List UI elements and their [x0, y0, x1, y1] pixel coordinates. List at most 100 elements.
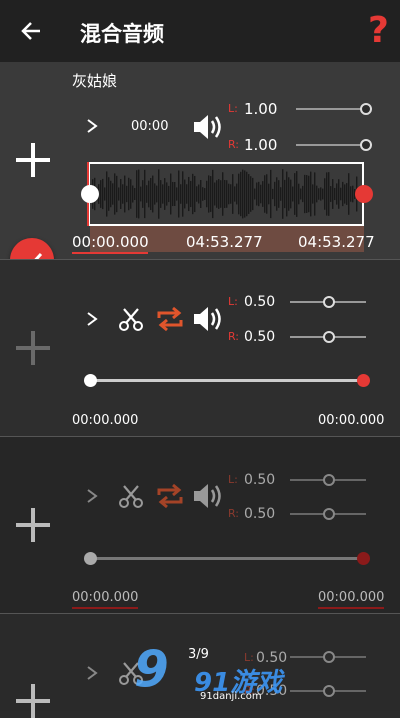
- waveform-bar: [178, 170, 180, 218]
- timeline-start-handle[interactable]: [84, 552, 97, 565]
- right-volume-knob[interactable]: [323, 331, 335, 343]
- waveform-bar: [252, 177, 254, 211]
- timeline-end-handle[interactable]: [357, 374, 370, 387]
- waveform-bar: [124, 175, 126, 213]
- waveform-bar: [236, 183, 238, 205]
- watermark-logo: 9: [134, 640, 169, 698]
- speaker-volume-icon[interactable]: [192, 481, 224, 511]
- speaker-volume-icon[interactable]: [192, 304, 224, 334]
- right-volume-knob[interactable]: [323, 685, 335, 697]
- waveform-bar: [200, 179, 202, 209]
- left-channel-label: L:: [228, 473, 238, 486]
- waveform-bar: [352, 185, 354, 203]
- waveform-bar: [276, 177, 278, 211]
- right-volume-value: 0.50: [244, 506, 276, 522]
- app-header: [0, 0, 400, 62]
- waveform-bar: [322, 188, 324, 200]
- right-volume-slider[interactable]: [296, 144, 366, 146]
- left-volume-value: 1.00: [244, 100, 278, 118]
- waveform-bar: [294, 173, 296, 215]
- timeline-track[interactable]: [92, 557, 364, 560]
- left-volume-knob[interactable]: [360, 103, 372, 115]
- waveform-bar: [108, 177, 110, 211]
- waveform-bar: [340, 187, 342, 201]
- waveform-bar: [304, 174, 306, 214]
- play-icon[interactable]: [86, 665, 98, 681]
- waveform-bar: [336, 183, 338, 205]
- play-icon[interactable]: [86, 488, 98, 504]
- waveform-bar: [350, 186, 352, 202]
- waveform-bar: [154, 183, 156, 205]
- waveform-bar: [148, 180, 150, 208]
- waveform-bar: [214, 182, 216, 206]
- start-time: 00:00.000: [72, 413, 139, 428]
- timeline-start-handle[interactable]: [84, 374, 97, 387]
- left-volume-knob[interactable]: [323, 296, 335, 308]
- waveform-bar: [186, 184, 188, 204]
- waveform-bar: [142, 180, 144, 208]
- waveform-bar: [222, 172, 224, 216]
- play-icon[interactable]: [86, 311, 98, 327]
- scissors-icon[interactable]: [118, 306, 144, 332]
- play-icon[interactable]: [86, 118, 98, 134]
- right-channel-label: R:: [228, 330, 240, 343]
- waveform-bar: [156, 185, 158, 203]
- waveform-bar: [144, 169, 146, 219]
- waveform-bar: [284, 179, 286, 209]
- waveform-bar: [334, 187, 336, 201]
- waveform-bar: [100, 180, 102, 208]
- help-question-icon[interactable]: ?: [368, 10, 389, 51]
- end-time-underline: [318, 607, 384, 609]
- left-volume-knob[interactable]: [323, 651, 335, 663]
- trim-end-handle[interactable]: [355, 185, 373, 203]
- trim-end-time: 04:53.277: [298, 233, 375, 251]
- end-time: 00:00.000: [318, 413, 385, 428]
- trim-start-handle[interactable]: [81, 185, 99, 203]
- waveform-bar: [162, 184, 164, 204]
- left-volume-slider[interactable]: [296, 108, 366, 110]
- back-arrow-icon[interactable]: [20, 20, 42, 42]
- right-volume-knob[interactable]: [323, 508, 335, 520]
- add-track-plus-icon[interactable]: [16, 508, 50, 542]
- timeline-track[interactable]: [92, 379, 364, 382]
- waveform-bar: [192, 173, 194, 215]
- waveform-bar: [316, 185, 318, 203]
- waveform-bar: [134, 187, 136, 201]
- timeline-end-handle[interactable]: [357, 552, 370, 565]
- loop-icon[interactable]: [155, 482, 185, 510]
- waveform-graphic: [92, 169, 360, 219]
- speaker-volume-icon[interactable]: [192, 112, 224, 142]
- playback-position: 00:00: [131, 119, 169, 134]
- waveform-bar: [280, 187, 282, 201]
- waveform-bar: [182, 171, 184, 217]
- waveform-bar: [264, 175, 266, 213]
- waveform-view[interactable]: [88, 162, 364, 226]
- start-time-underline: [72, 607, 138, 609]
- track-name: 灰姑娘: [72, 72, 118, 90]
- left-volume-value: 0.50: [244, 294, 276, 310]
- track-row-2: [0, 260, 400, 436]
- add-track-plus-icon[interactable]: [16, 684, 50, 718]
- waveform-bar: [282, 169, 284, 219]
- waveform-bar: [206, 180, 208, 208]
- waveform-bar: [266, 174, 268, 214]
- add-track-plus-icon[interactable]: [16, 143, 50, 177]
- loop-icon[interactable]: [155, 305, 185, 333]
- waveform-bar: [150, 177, 152, 211]
- waveform-bar: [114, 173, 116, 215]
- waveform-bar: [248, 174, 250, 214]
- waveform-bar: [166, 182, 168, 206]
- waveform-bar: [290, 179, 292, 209]
- waveform-bar: [232, 174, 234, 214]
- waveform-bar: [152, 175, 154, 213]
- waveform-bar: [238, 173, 240, 215]
- left-channel-label: L:: [228, 102, 238, 115]
- waveform-bar: [246, 171, 248, 217]
- right-channel-label: R:: [228, 507, 240, 520]
- add-track-plus-icon[interactable]: [16, 331, 50, 365]
- waveform-bar: [172, 181, 174, 207]
- left-volume-knob[interactable]: [323, 474, 335, 486]
- waveform-bar: [120, 179, 122, 209]
- right-volume-knob[interactable]: [360, 139, 372, 151]
- scissors-icon[interactable]: [118, 483, 144, 509]
